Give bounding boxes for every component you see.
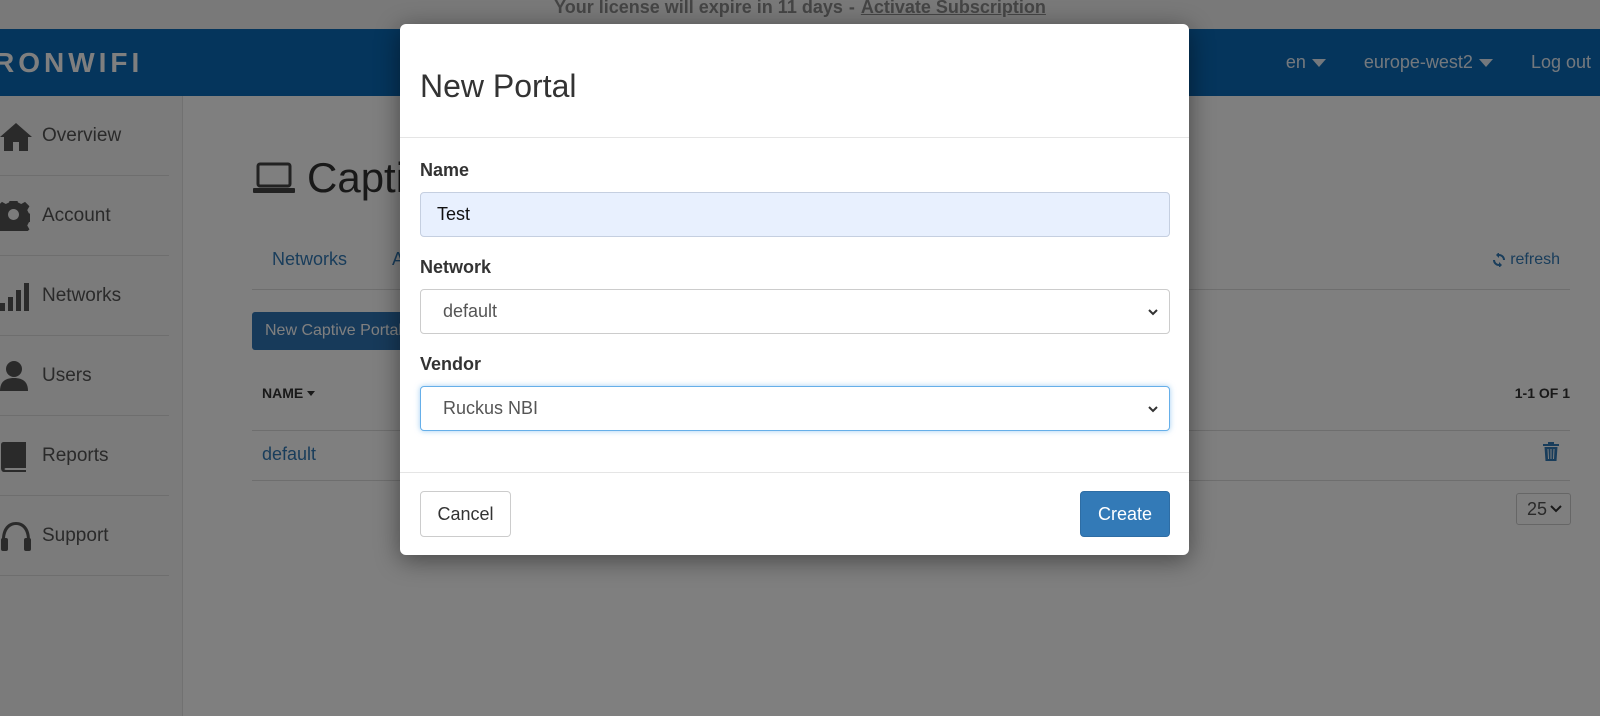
- create-button[interactable]: Create: [1080, 491, 1170, 537]
- chevron-down-icon: [1148, 405, 1158, 412]
- network-label: Network: [420, 257, 492, 277]
- vendor-select[interactable]: Ruckus NBI: [420, 386, 1170, 431]
- vendor-label: Vendor: [420, 354, 482, 374]
- new-portal-dialog: New Portal Name Network default Vendor R…: [400, 24, 1189, 555]
- modal-footer-divider: [400, 472, 1189, 473]
- modal-header: New Portal: [400, 24, 1189, 138]
- cancel-button[interactable]: Cancel: [420, 491, 511, 537]
- vendor-select-value: Ruckus NBI: [443, 398, 539, 418]
- name-label: Name: [420, 160, 470, 180]
- modal-title: New Portal: [420, 68, 577, 104]
- name-input[interactable]: [420, 192, 1170, 237]
- chevron-down-icon: [1148, 308, 1158, 315]
- network-select-value: default: [443, 301, 498, 321]
- network-select[interactable]: default: [420, 289, 1170, 334]
